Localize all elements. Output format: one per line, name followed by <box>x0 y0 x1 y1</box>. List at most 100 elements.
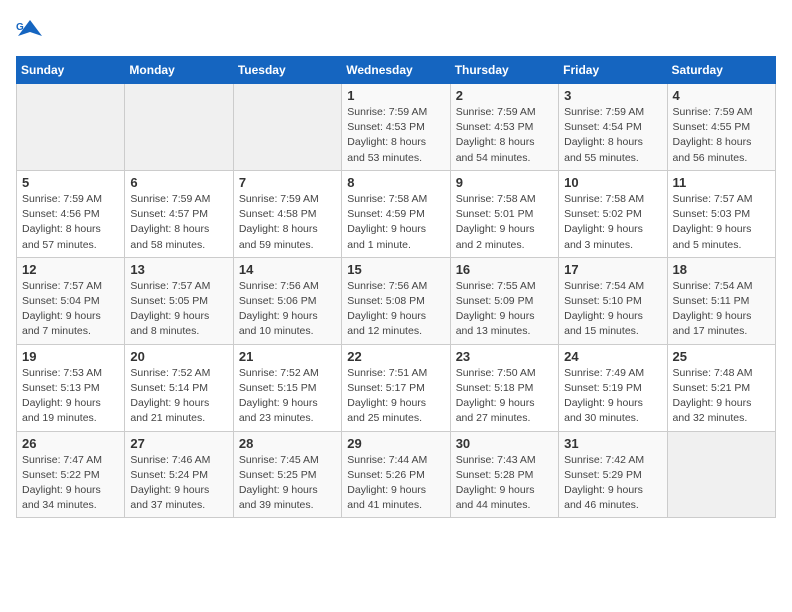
calendar-cell: 2 Sunrise: 7:59 AM Sunset: 4:53 PM Daylig… <box>450 84 558 171</box>
day-number: 20 <box>130 349 227 364</box>
calendar-cell: 15 Sunrise: 7:56 AM Sunset: 5:08 PM Dayli… <box>342 257 450 344</box>
day-info: Sunrise: 7:59 AM Sunset: 4:56 PM Dayligh… <box>22 192 119 253</box>
calendar-cell: 27 Sunrise: 7:46 AM Sunset: 5:24 PM Dayli… <box>125 431 233 518</box>
day-number: 23 <box>456 349 553 364</box>
day-info: Sunrise: 7:54 AM Sunset: 5:10 PM Dayligh… <box>564 279 661 340</box>
day-number: 9 <box>456 175 553 190</box>
calendar-cell: 28Sunrise: 7:45 AM Sunset: 5:25 PM Dayli… <box>233 431 341 518</box>
day-number: 25 <box>673 349 770 364</box>
day-number: 8 <box>347 175 444 190</box>
header-row: SundayMondayTuesdayWednesdayThursdayFrid… <box>17 57 776 84</box>
day-info: Sunrise: 7:52 AM Sunset: 5:14 PM Dayligh… <box>130 366 227 427</box>
day-number: 2 <box>456 88 553 103</box>
day-number: 15 <box>347 262 444 277</box>
day-info: Sunrise: 7:59 AM Sunset: 4:54 PM Dayligh… <box>564 105 661 166</box>
day-number: 5 <box>22 175 119 190</box>
column-header-wednesday: Wednesday <box>342 57 450 84</box>
calendar-cell: 20 Sunrise: 7:52 AM Sunset: 5:14 PM Dayli… <box>125 344 233 431</box>
day-info: Sunrise: 7:56 AM Sunset: 5:08 PM Dayligh… <box>347 279 444 340</box>
day-info: Sunrise: 7:42 AM Sunset: 5:29 PM Dayligh… <box>564 453 661 514</box>
day-info: Sunrise: 7:59 AM Sunset: 4:55 PM Dayligh… <box>673 105 770 166</box>
day-number: 18 <box>673 262 770 277</box>
column-header-friday: Friday <box>559 57 667 84</box>
day-info: Sunrise: 7:58 AM Sunset: 5:01 PM Dayligh… <box>456 192 553 253</box>
day-info: Sunrise: 7:50 AM Sunset: 5:18 PM Dayligh… <box>456 366 553 427</box>
column-header-monday: Monday <box>125 57 233 84</box>
header: G <box>16 16 776 44</box>
calendar-cell <box>17 84 125 171</box>
column-header-tuesday: Tuesday <box>233 57 341 84</box>
day-number: 7 <box>239 175 336 190</box>
calendar-cell: 5 Sunrise: 7:59 AM Sunset: 4:56 PM Daylig… <box>17 170 125 257</box>
day-info: Sunrise: 7:58 AM Sunset: 4:59 PM Dayligh… <box>347 192 444 253</box>
calendar-cell: 11 Sunrise: 7:57 AM Sunset: 5:03 PM Dayli… <box>667 170 775 257</box>
day-number: 27 <box>130 436 227 451</box>
calendar-cell: 26 Sunrise: 7:47 AM Sunset: 5:22 PM Dayli… <box>17 431 125 518</box>
calendar-cell: 24 Sunrise: 7:49 AM Sunset: 5:19 PM Dayli… <box>559 344 667 431</box>
day-number: 17 <box>564 262 661 277</box>
day-number: 19 <box>22 349 119 364</box>
day-info: Sunrise: 7:52 AM Sunset: 5:15 PM Dayligh… <box>239 366 336 427</box>
column-header-saturday: Saturday <box>667 57 775 84</box>
day-number: 4 <box>673 88 770 103</box>
calendar-cell: 16 Sunrise: 7:55 AM Sunset: 5:09 PM Dayli… <box>450 257 558 344</box>
week-row-0: 1 Sunrise: 7:59 AM Sunset: 4:53 PM Daylig… <box>17 84 776 171</box>
day-info: Sunrise: 7:59 AM Sunset: 4:57 PM Dayligh… <box>130 192 227 253</box>
day-info: Sunrise: 7:47 AM Sunset: 5:22 PM Dayligh… <box>22 453 119 514</box>
day-number: 10 <box>564 175 661 190</box>
day-info: Sunrise: 7:46 AM Sunset: 5:24 PM Dayligh… <box>130 453 227 514</box>
day-info: Sunrise: 7:54 AM Sunset: 5:11 PM Dayligh… <box>673 279 770 340</box>
week-row-1: 5 Sunrise: 7:59 AM Sunset: 4:56 PM Daylig… <box>17 170 776 257</box>
calendar-cell: 12Sunrise: 7:57 AM Sunset: 5:04 PM Dayli… <box>17 257 125 344</box>
calendar-cell: 18 Sunrise: 7:54 AM Sunset: 5:11 PM Dayli… <box>667 257 775 344</box>
calendar-cell: 23 Sunrise: 7:50 AM Sunset: 5:18 PM Dayli… <box>450 344 558 431</box>
calendar-cell: 19 Sunrise: 7:53 AM Sunset: 5:13 PM Dayli… <box>17 344 125 431</box>
calendar-cell: 29 Sunrise: 7:44 AM Sunset: 5:26 PM Dayli… <box>342 431 450 518</box>
calendar-cell: 21 Sunrise: 7:52 AM Sunset: 5:15 PM Dayli… <box>233 344 341 431</box>
day-info: Sunrise: 7:56 AM Sunset: 5:06 PM Dayligh… <box>239 279 336 340</box>
logo-icon: G <box>16 16 44 44</box>
day-number: 16 <box>456 262 553 277</box>
day-number: 1 <box>347 88 444 103</box>
day-number: 29 <box>347 436 444 451</box>
day-info: Sunrise: 7:57 AM Sunset: 5:05 PM Dayligh… <box>130 279 227 340</box>
day-info: Sunrise: 7:55 AM Sunset: 5:09 PM Dayligh… <box>456 279 553 340</box>
day-number: 21 <box>239 349 336 364</box>
day-number: 3 <box>564 88 661 103</box>
day-number: 22 <box>347 349 444 364</box>
day-number: 6 <box>130 175 227 190</box>
day-number: 11 <box>673 175 770 190</box>
column-header-thursday: Thursday <box>450 57 558 84</box>
day-info: Sunrise: 7:44 AM Sunset: 5:26 PM Dayligh… <box>347 453 444 514</box>
calendar-cell <box>125 84 233 171</box>
day-number: 24 <box>564 349 661 364</box>
calendar-cell: 6 Sunrise: 7:59 AM Sunset: 4:57 PM Daylig… <box>125 170 233 257</box>
day-info: Sunrise: 7:58 AM Sunset: 5:02 PM Dayligh… <box>564 192 661 253</box>
day-info: Sunrise: 7:51 AM Sunset: 5:17 PM Dayligh… <box>347 366 444 427</box>
calendar-body: 1 Sunrise: 7:59 AM Sunset: 4:53 PM Daylig… <box>17 84 776 518</box>
day-info: Sunrise: 7:53 AM Sunset: 5:13 PM Dayligh… <box>22 366 119 427</box>
calendar-cell: 25 Sunrise: 7:48 AM Sunset: 5:21 PM Dayli… <box>667 344 775 431</box>
calendar-cell: 13 Sunrise: 7:57 AM Sunset: 5:05 PM Dayli… <box>125 257 233 344</box>
calendar-cell <box>233 84 341 171</box>
calendar-cell: 9 Sunrise: 7:58 AM Sunset: 5:01 PM Daylig… <box>450 170 558 257</box>
calendar-cell: 30Sunrise: 7:43 AM Sunset: 5:28 PM Dayli… <box>450 431 558 518</box>
calendar-cell: 7 Sunrise: 7:59 AM Sunset: 4:58 PM Daylig… <box>233 170 341 257</box>
day-info: Sunrise: 7:57 AM Sunset: 5:04 PM Dayligh… <box>22 279 119 340</box>
calendar-cell: 1Sunrise: 7:59 AM Sunset: 4:53 PM Daylig… <box>342 84 450 171</box>
week-row-3: 19 Sunrise: 7:53 AM Sunset: 5:13 PM Dayli… <box>17 344 776 431</box>
day-info: Sunrise: 7:49 AM Sunset: 5:19 PM Dayligh… <box>564 366 661 427</box>
day-number: 13 <box>130 262 227 277</box>
day-number: 28 <box>239 436 336 451</box>
calendar-cell: 31Sunrise: 7:42 AM Sunset: 5:29 PM Dayli… <box>559 431 667 518</box>
calendar-cell: 17 Sunrise: 7:54 AM Sunset: 5:10 PM Dayli… <box>559 257 667 344</box>
day-info: Sunrise: 7:48 AM Sunset: 5:21 PM Dayligh… <box>673 366 770 427</box>
day-info: Sunrise: 7:59 AM Sunset: 4:53 PM Dayligh… <box>456 105 553 166</box>
day-number: 26 <box>22 436 119 451</box>
day-info: Sunrise: 7:57 AM Sunset: 5:03 PM Dayligh… <box>673 192 770 253</box>
week-row-2: 12Sunrise: 7:57 AM Sunset: 5:04 PM Dayli… <box>17 257 776 344</box>
calendar-cell: 22 Sunrise: 7:51 AM Sunset: 5:17 PM Dayli… <box>342 344 450 431</box>
calendar-cell: 14Sunrise: 7:56 AM Sunset: 5:06 PM Dayli… <box>233 257 341 344</box>
column-header-sunday: Sunday <box>17 57 125 84</box>
day-info: Sunrise: 7:59 AM Sunset: 4:58 PM Dayligh… <box>239 192 336 253</box>
